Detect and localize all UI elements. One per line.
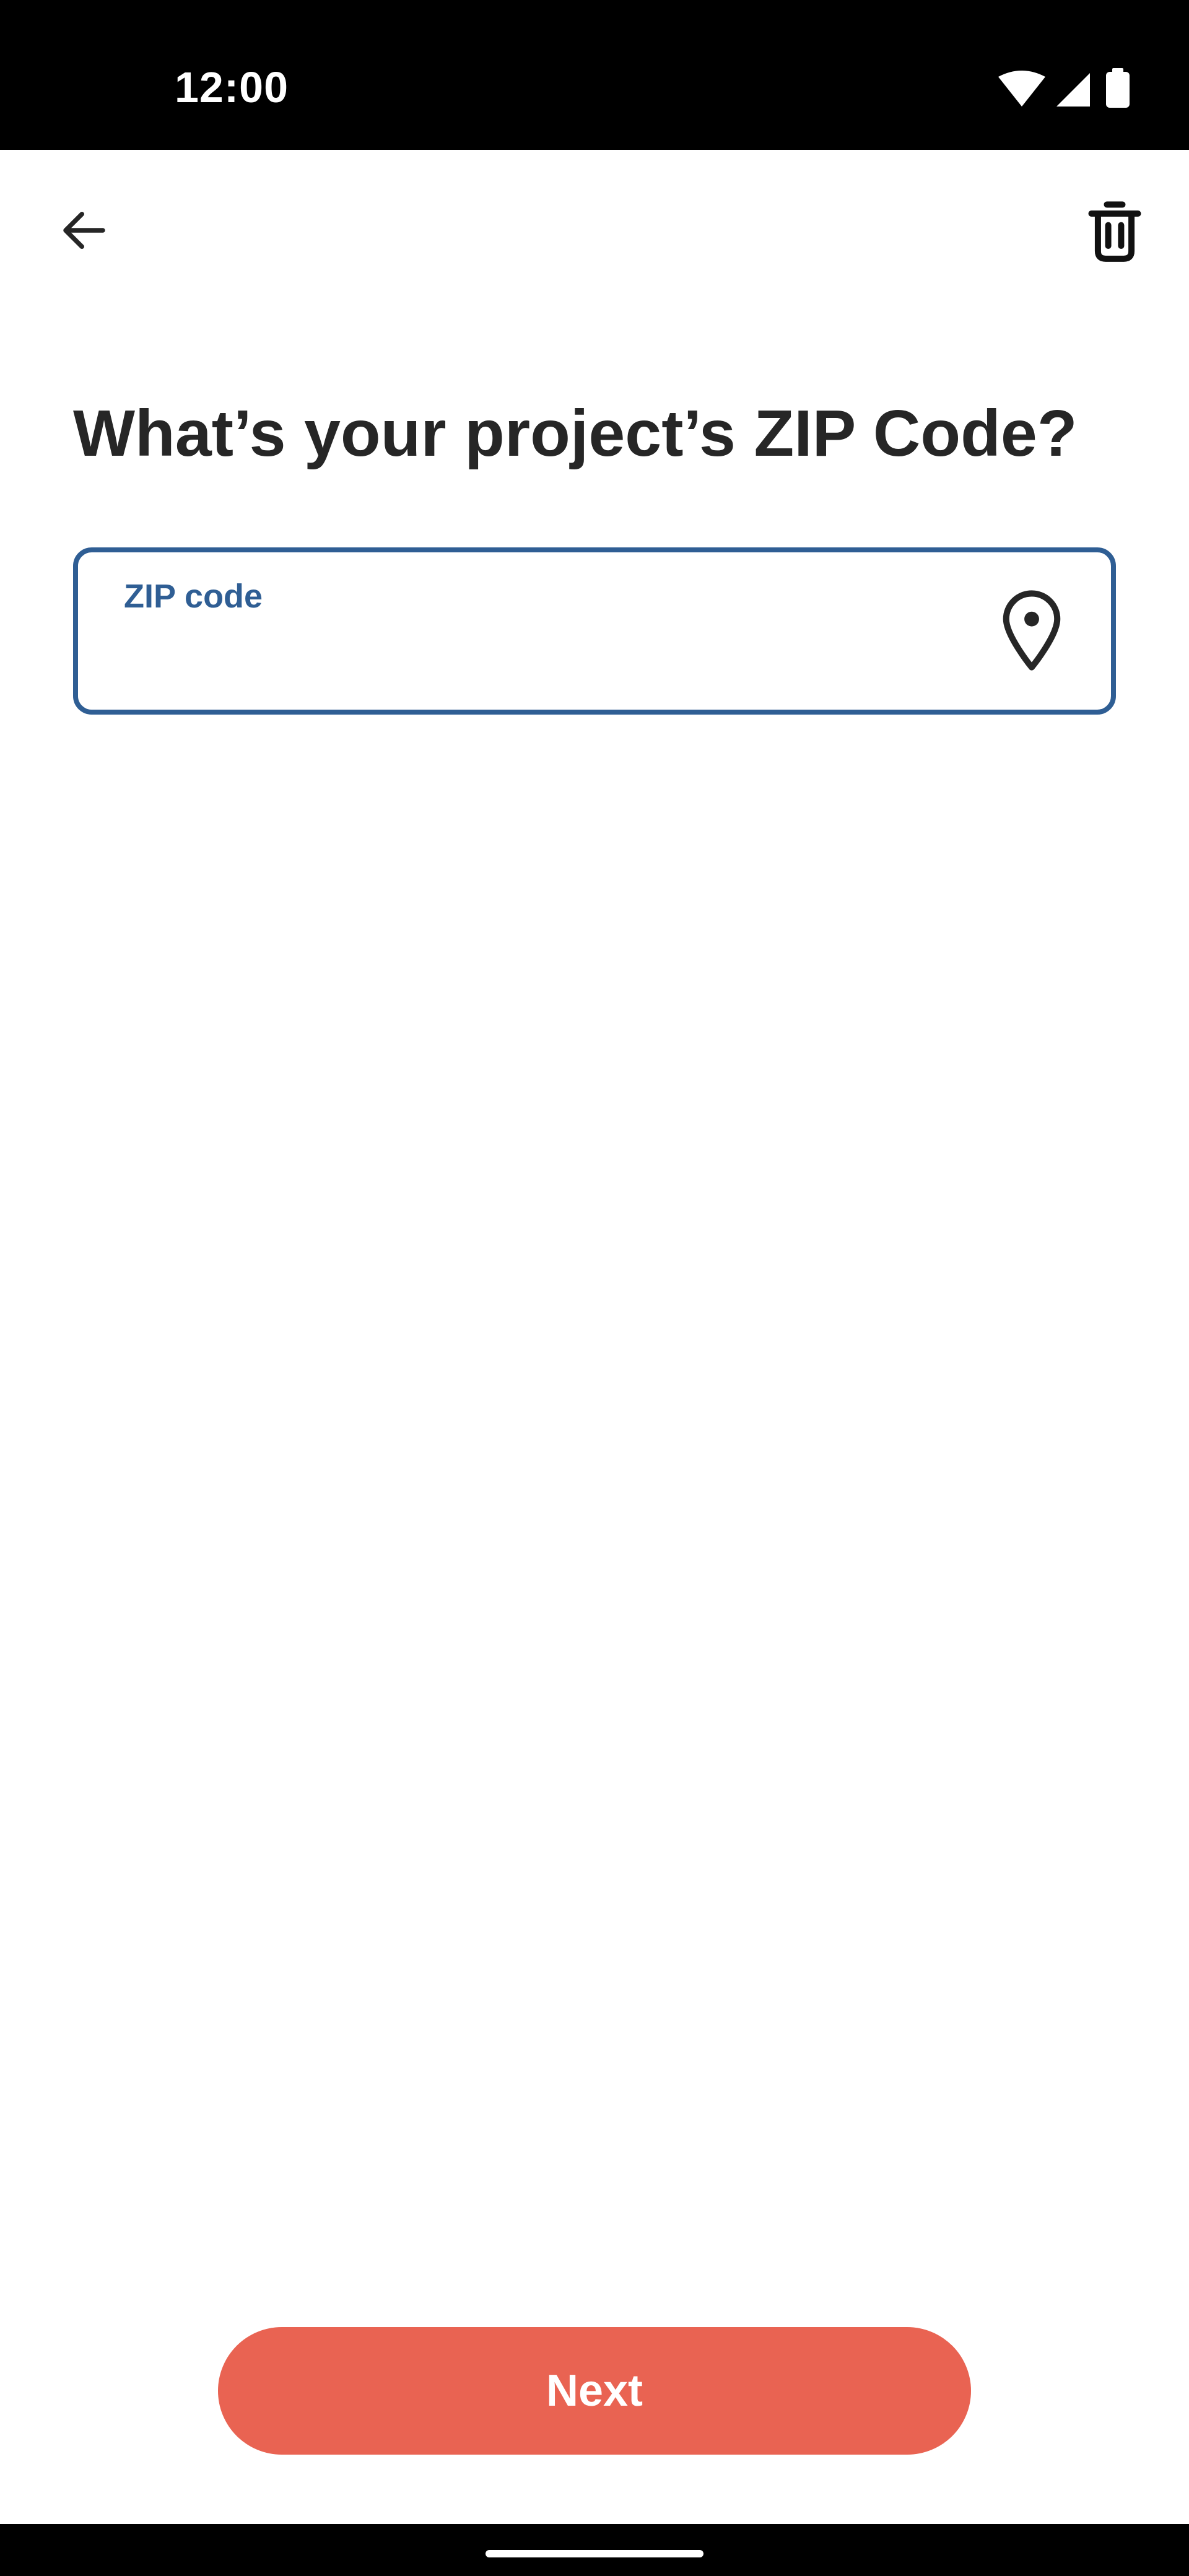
arrow-left-icon (63, 212, 105, 249)
home-indicator[interactable] (486, 2550, 703, 2557)
zip-code-field[interactable]: ZIP code (73, 547, 1116, 715)
location-pin-icon (1003, 590, 1061, 671)
status-bar: 12:00 (0, 0, 1189, 150)
zip-code-input[interactable] (124, 627, 929, 682)
use-location-button[interactable] (982, 581, 1081, 680)
trash-icon (1088, 201, 1141, 262)
top-app-bar (0, 150, 1189, 311)
status-time: 12:00 (175, 63, 289, 111)
wifi-icon (998, 71, 1045, 107)
page-title: What’s your project’s ZIP Code? (73, 397, 1078, 470)
signal-icon (1056, 73, 1090, 107)
next-button[interactable]: Next (218, 2327, 971, 2455)
delete-button[interactable] (1071, 187, 1158, 274)
back-button[interactable] (41, 187, 128, 274)
zip-code-label: ZIP code (124, 578, 263, 615)
battery-icon (1106, 68, 1130, 108)
status-icons (997, 68, 1139, 111)
navigation-bar (0, 2524, 1189, 2576)
